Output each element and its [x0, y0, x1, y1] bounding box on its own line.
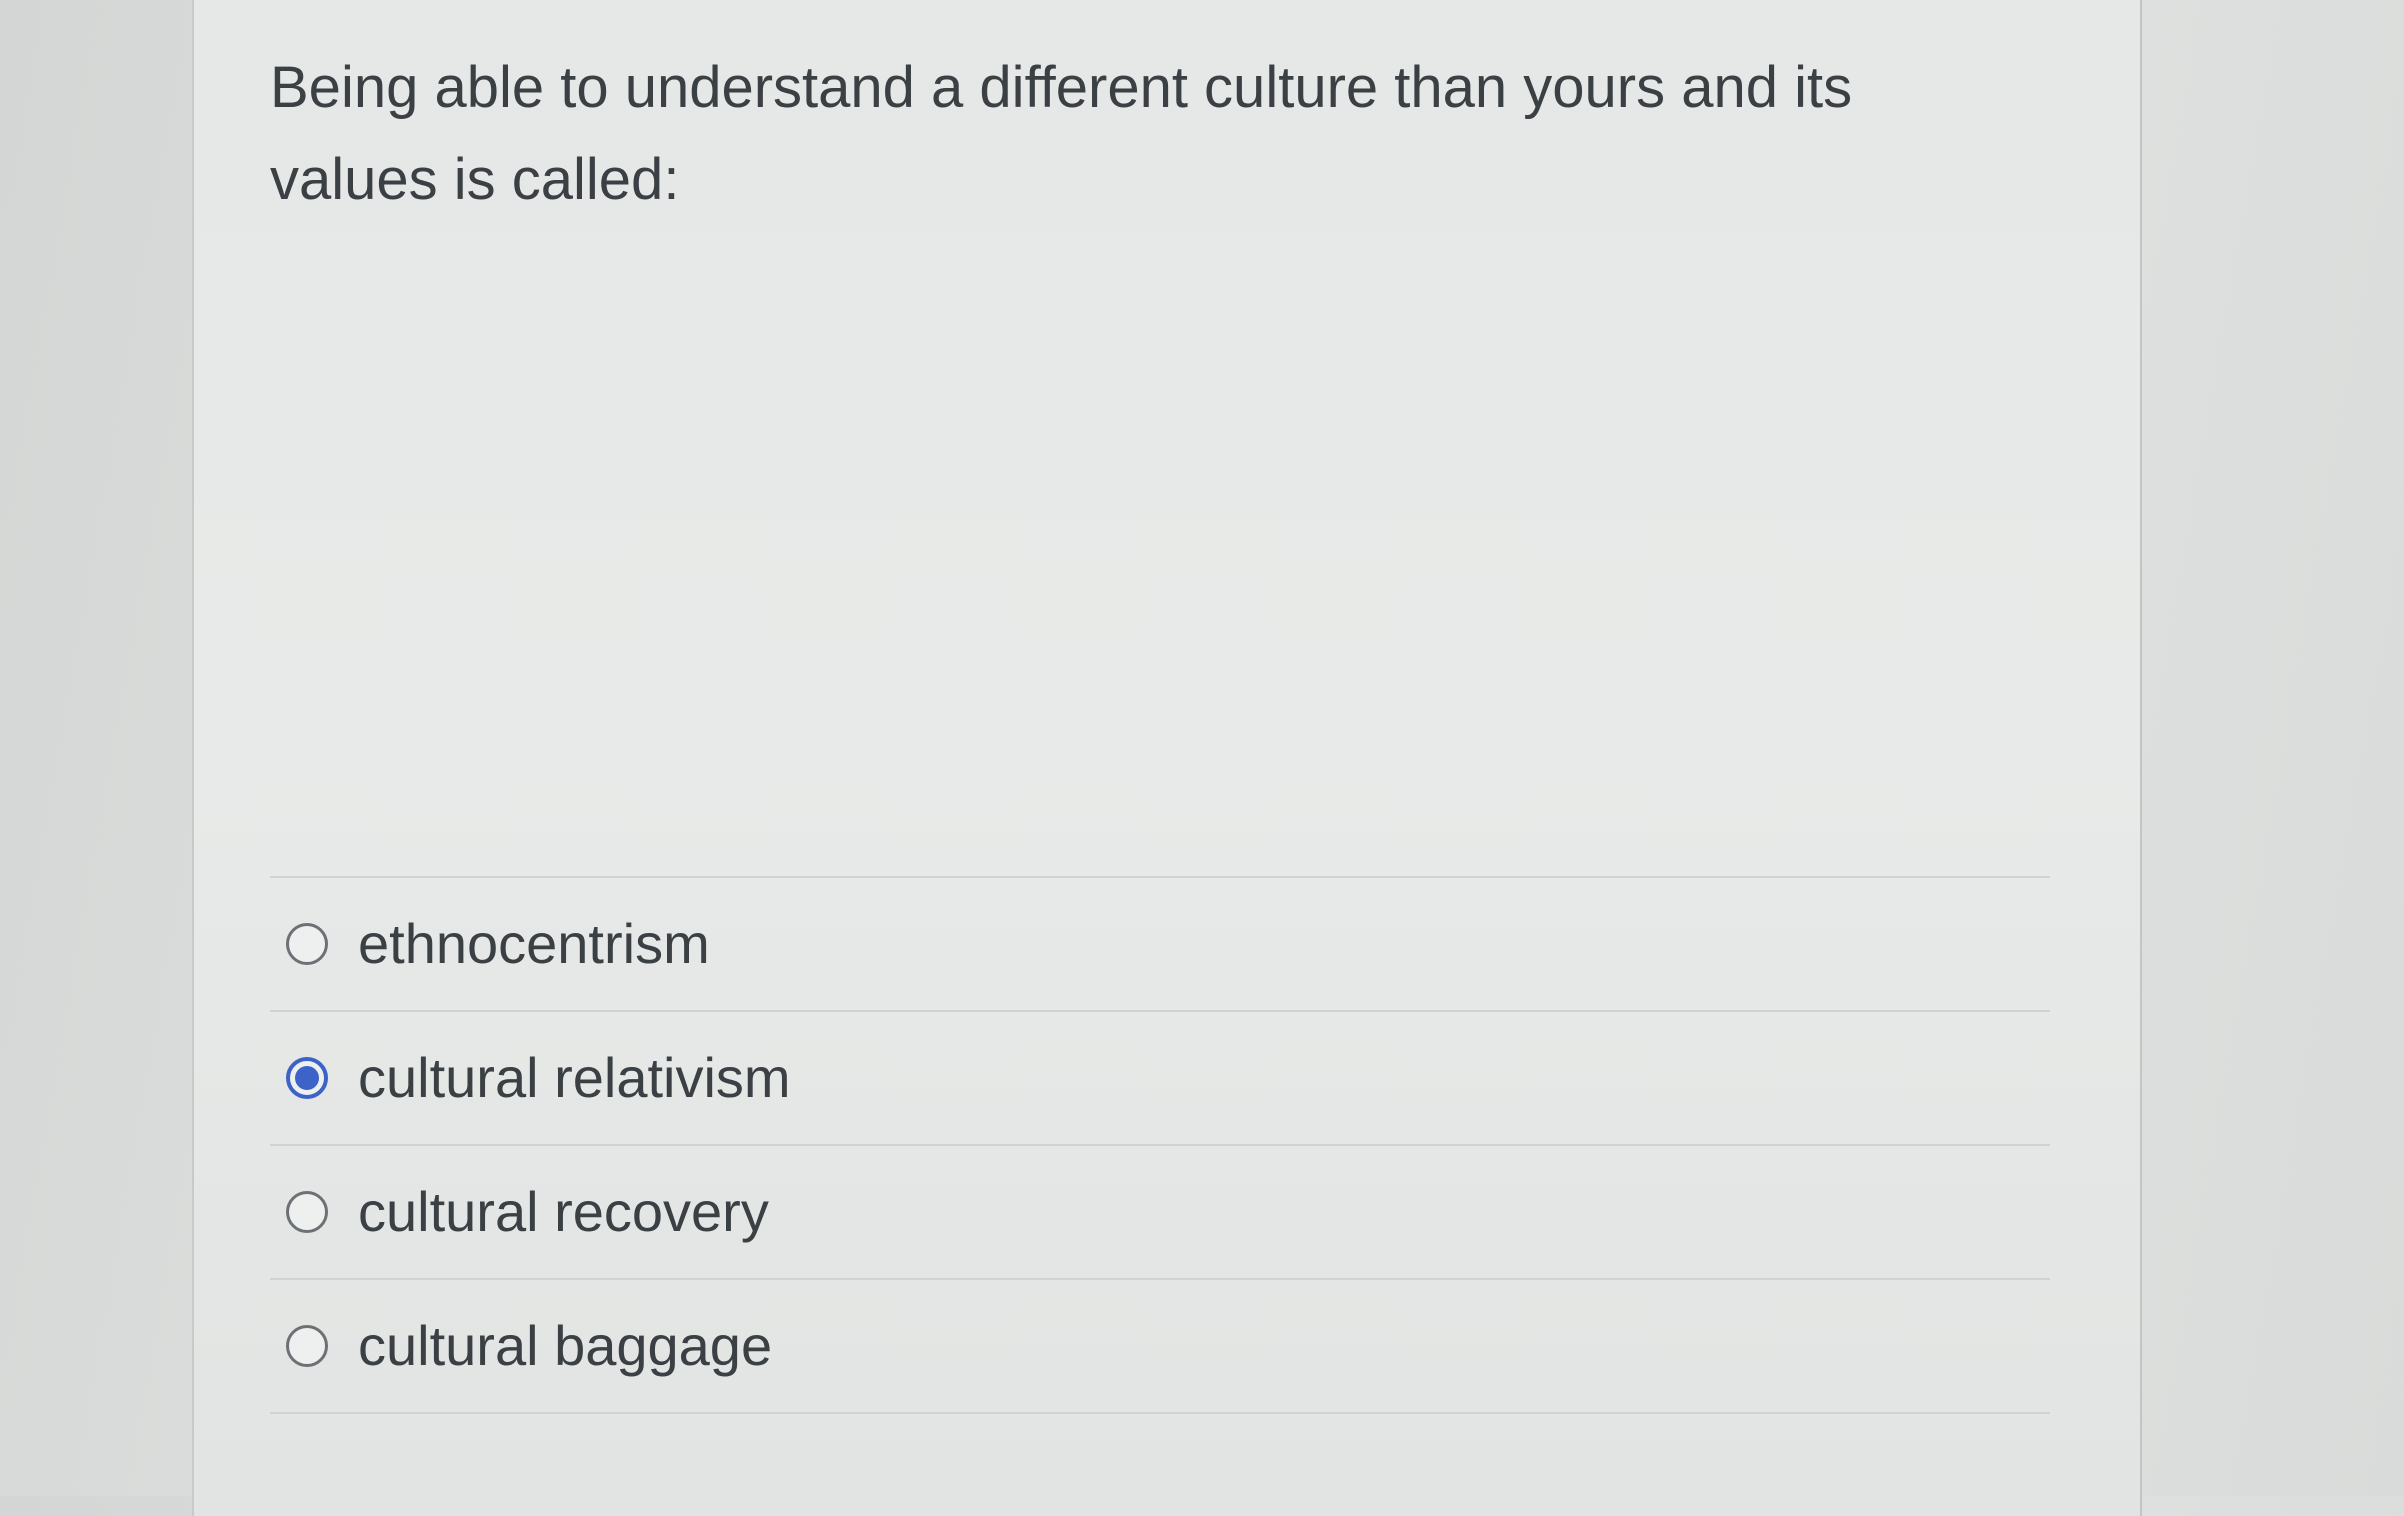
option-label: cultural relativism	[358, 1046, 791, 1109]
radio-button[interactable]	[286, 923, 328, 965]
radio-button-selected[interactable]	[286, 1057, 328, 1099]
answer-options: ethnocentrism cultural relativism cultur…	[270, 876, 2050, 1414]
option-cultural-baggage[interactable]: cultural baggage	[270, 1280, 2050, 1414]
option-cultural-recovery[interactable]: cultural recovery	[270, 1146, 2050, 1280]
question-text: Being able to understand a different cul…	[270, 55, 1853, 212]
option-cultural-relativism[interactable]: cultural relativism	[270, 1012, 2050, 1146]
option-ethnocentrism[interactable]: ethnocentrism	[270, 878, 2050, 1012]
radio-button[interactable]	[286, 1191, 328, 1233]
radio-button[interactable]	[286, 1325, 328, 1367]
option-label: cultural recovery	[358, 1180, 769, 1243]
question-panel: Being able to understand a different cul…	[192, 0, 2142, 1516]
option-label: cultural baggage	[358, 1314, 773, 1377]
option-label: ethnocentrism	[358, 912, 710, 975]
